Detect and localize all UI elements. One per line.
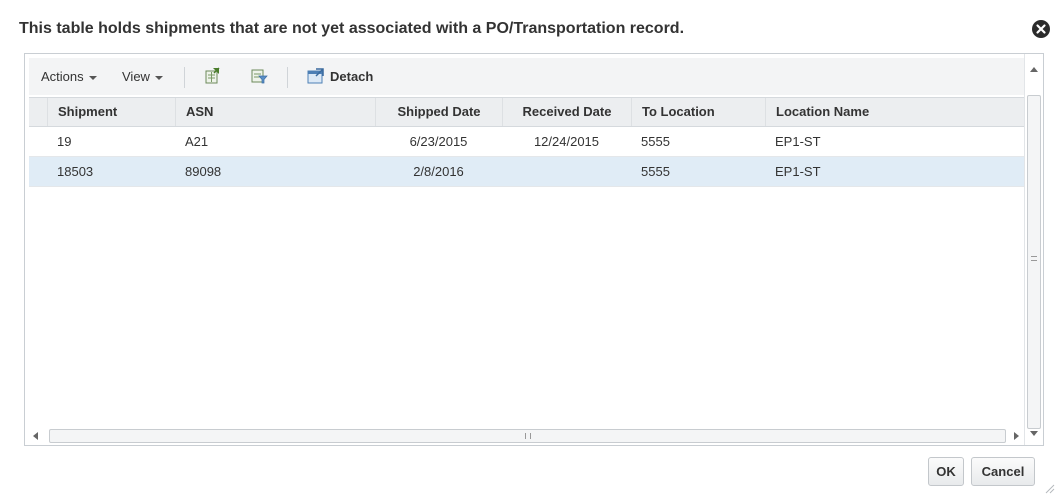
actions-menu[interactable]: Actions <box>41 58 97 95</box>
row-header-spacer <box>29 98 47 126</box>
cell-to-location: 5555 <box>641 134 670 149</box>
detach-icon <box>307 67 325 85</box>
vertical-scroll-thumb[interactable] <box>1027 95 1041 429</box>
grip-icon <box>1031 256 1037 261</box>
unassociated-shipments-dialog: This table holds shipments that are not … <box>0 0 1059 496</box>
actions-menu-label: Actions <box>41 69 84 84</box>
table-row[interactable]: 19 A21 6/23/2015 12/24/2015 5555 EP1-ST <box>29 127 1024 157</box>
cancel-button[interactable]: Cancel <box>971 457 1035 486</box>
cell-shipment: 19 <box>57 134 72 149</box>
close-icon[interactable] <box>1032 20 1050 38</box>
cell-location-name: EP1-ST <box>775 134 821 149</box>
scroll-right-icon[interactable] <box>1014 432 1019 440</box>
table-toolbar: Actions View Detach <box>29 58 1024 95</box>
cell-location-name: EP1-ST <box>775 164 821 179</box>
column-header-to-location[interactable]: To Location <box>631 98 765 126</box>
cell-shipment: 18503 <box>57 164 94 179</box>
cell-received-date <box>502 157 631 186</box>
cell-received-date: 12/24/2015 <box>533 134 600 149</box>
scroll-up-icon[interactable] <box>1030 67 1038 72</box>
column-header-asn[interactable]: ASN <box>175 98 375 126</box>
column-header-shipped-date[interactable]: Shipped Date <box>375 98 502 126</box>
chevron-down-icon <box>154 75 163 80</box>
shipments-table-panel: Actions View Detach Shipment ASN Shipped… <box>24 53 1044 446</box>
cell-shipped-date: 6/23/2015 <box>409 134 468 149</box>
export-to-excel-icon[interactable] <box>203 67 221 85</box>
cell-to-location: 5555 <box>641 164 670 179</box>
toolbar-divider <box>287 67 288 88</box>
grip-icon <box>525 433 531 439</box>
cell-asn: 89098 <box>185 164 222 179</box>
horizontal-scroll-thumb[interactable] <box>49 429 1006 443</box>
cell-shipped-date: 2/8/2016 <box>413 164 464 179</box>
scroll-down-icon[interactable] <box>1030 431 1038 436</box>
view-menu[interactable]: View <box>122 58 163 95</box>
table-row[interactable]: 18503 89098 2/8/2016 5555 EP1-ST <box>29 157 1024 187</box>
table-header: Shipment ASN Shipped Date Received Date … <box>29 97 1024 127</box>
view-menu-label: View <box>122 69 150 84</box>
dialog-title: This table holds shipments that are not … <box>19 20 685 37</box>
column-header-location-name[interactable]: Location Name <box>765 98 1024 126</box>
horizontal-scrollbar[interactable] <box>29 427 1024 444</box>
column-header-shipment[interactable]: Shipment <box>47 98 175 126</box>
detach-label: Detach <box>330 69 374 84</box>
chevron-down-icon <box>88 75 97 80</box>
query-by-example-icon[interactable] <box>250 67 268 85</box>
resize-grip-icon[interactable] <box>1043 482 1055 494</box>
scroll-left-icon[interactable] <box>33 432 38 440</box>
column-header-received-date[interactable]: Received Date <box>502 98 631 126</box>
ok-button[interactable]: OK <box>928 457 964 486</box>
vertical-scrollbar[interactable] <box>1024 54 1043 445</box>
cell-asn: A21 <box>185 134 209 149</box>
toolbar-divider <box>184 67 185 88</box>
